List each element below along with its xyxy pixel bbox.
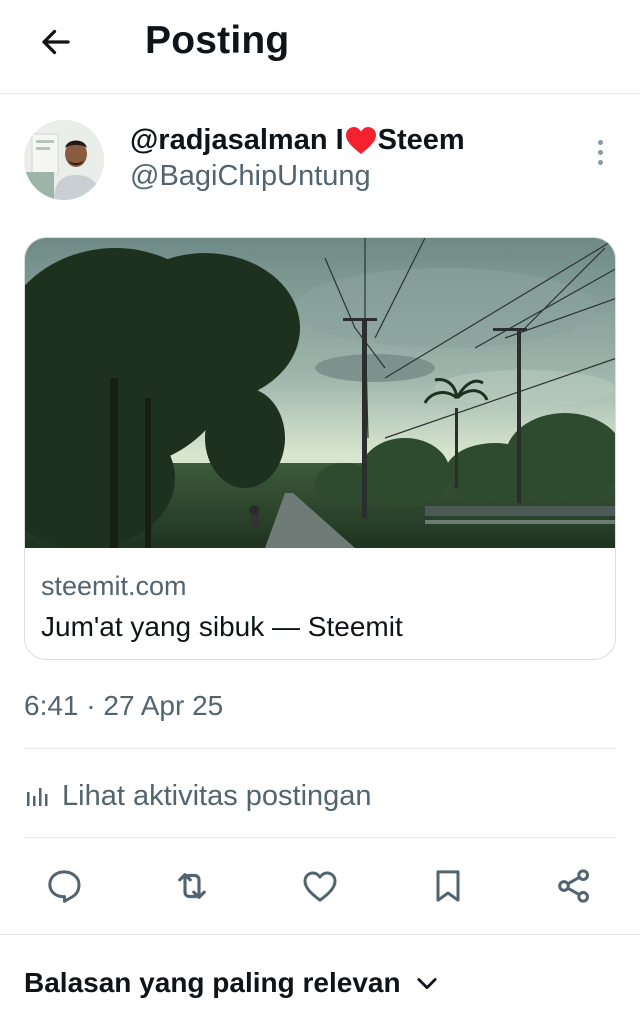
replies-sort-label: Balasan yang paling relevan [24,967,401,998]
top-bar: Posting [0,0,640,94]
action-bar [0,858,640,914]
link-card-title: Jum'at yang sibuk — Steemit [41,611,403,642]
heart-emoji [345,126,376,154]
divider [0,934,640,935]
heart-outline-icon [303,871,337,902]
page-title: Posting [145,19,290,62]
arrow-left-icon [42,29,70,55]
back-button[interactable] [36,22,76,62]
display-name-suffix: Steem [377,124,465,156]
divider [24,748,616,749]
more-vertical-icon [597,139,603,145]
repost-button[interactable] [168,862,216,910]
view-post-activity-label: Lihat aktivitas postingan [62,779,372,812]
display-name-prefix: @radjasalman I [130,124,344,156]
display-name[interactable]: @radjasalman I Steem [130,124,465,157]
stats-icon [27,788,48,806]
view-post-activity[interactable]: Lihat aktivitas postingan [24,776,372,816]
user-handle[interactable]: @BagiChipUntung [130,160,371,193]
bookmark-button[interactable] [424,862,472,910]
link-card[interactable]: steemit.com Jum'at yang sibuk — Steemit [24,237,616,660]
share-icon [558,869,589,903]
more-options-button[interactable] [588,134,612,170]
avatar[interactable] [24,120,104,200]
bookmark-icon [436,870,460,902]
repost-icon [178,873,206,899]
divider [24,837,616,838]
link-card-image [25,238,615,548]
replies-sort-dropdown[interactable]: Balasan yang paling relevan [24,962,441,1004]
like-button[interactable] [296,862,344,910]
chevron-down-icon [417,978,437,990]
post-timestamp[interactable]: 6:41 · 27 Apr 25 [24,690,223,722]
reply-icon [48,870,81,903]
share-button[interactable] [550,862,598,910]
reply-button[interactable] [40,862,88,910]
link-card-domain: steemit.com [41,571,187,601]
